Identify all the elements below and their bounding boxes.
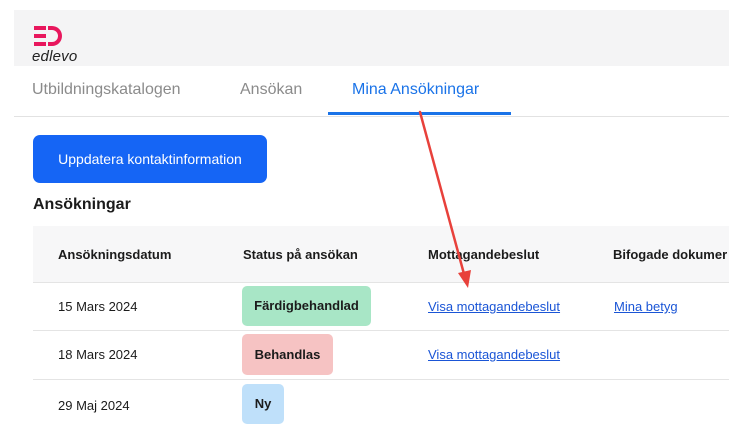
column-header-attachments: Bifogade dokumer: [613, 247, 728, 262]
row-divider: [33, 330, 729, 331]
column-header-status: Status på ansökan: [243, 247, 358, 262]
tab-ansokan[interactable]: Ansökan: [240, 81, 302, 99]
update-contact-button[interactable]: Uppdatera kontaktinformation: [33, 135, 267, 183]
row-1-attachment-link[interactable]: Mina betyg: [614, 299, 678, 314]
app-header: edlevo: [14, 10, 729, 66]
tab-mina-ansokningar[interactable]: Mina Ansökningar: [352, 81, 479, 99]
column-header-decision: Mottagandebeslut: [428, 247, 540, 262]
row-1-date: 15 Mars 2024: [58, 299, 138, 314]
row-divider: [33, 379, 729, 380]
section-title: Ansökningar: [33, 196, 131, 213]
row-2-status-badge: Behandlas: [242, 334, 333, 375]
active-tab-indicator: [328, 112, 511, 115]
logo-text: edlevo: [32, 48, 78, 65]
tab-utbildningskatalogen[interactable]: Utbildningskatalogen: [32, 81, 181, 99]
row-1-decision-link[interactable]: Visa mottagandebeslut: [428, 299, 560, 314]
column-header-date: Ansökningsdatum: [58, 247, 172, 262]
row-divider: [33, 282, 729, 283]
row-2-date: 18 Mars 2024: [58, 347, 138, 362]
row-1-status-badge: Färdigbehandlad: [242, 286, 371, 326]
row-3-status-badge: Ny: [242, 384, 284, 424]
row-2-decision-link[interactable]: Visa mottagandebeslut: [428, 347, 560, 362]
row-3-date: 29 Maj 2024: [58, 398, 130, 413]
edlevo-logo-icon[interactable]: [34, 26, 62, 46]
tab-bar: Utbildningskatalogen Ansökan Mina Ansökn…: [14, 66, 729, 117]
